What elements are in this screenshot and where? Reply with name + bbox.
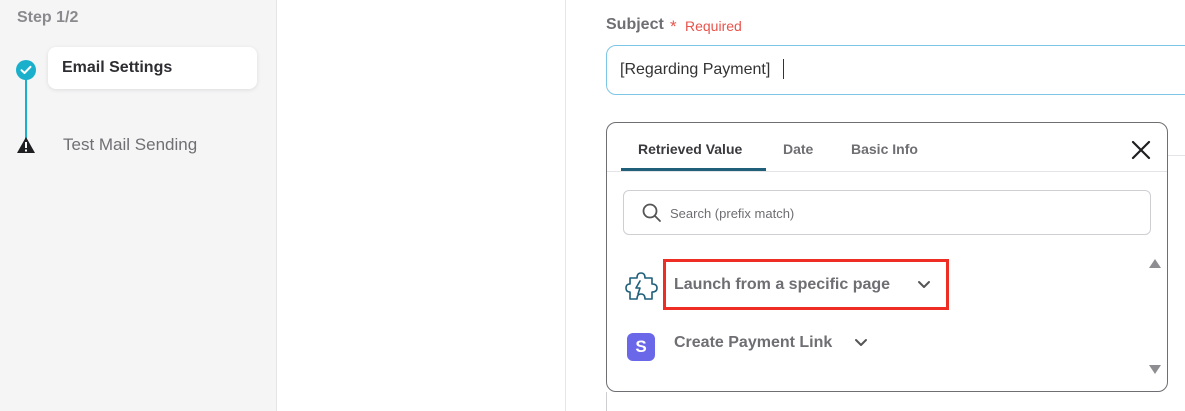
list-item-create-payment-link[interactable]: S Create Payment Link bbox=[607, 323, 1137, 363]
scroll-up-arrow[interactable] bbox=[1149, 259, 1161, 268]
step-test-mail-sending[interactable]: Test Mail Sending bbox=[63, 135, 197, 155]
warning-icon bbox=[17, 137, 35, 153]
tab-retrieved-value[interactable]: Retrieved Value bbox=[638, 141, 742, 157]
step-email-settings[interactable]: Email Settings bbox=[48, 47, 257, 89]
scroll-down-arrow[interactable] bbox=[1149, 365, 1161, 374]
step-counter: Step 1/2 bbox=[17, 9, 79, 26]
required-asterisk: * bbox=[670, 17, 677, 36]
search-icon bbox=[642, 203, 661, 222]
text-caret bbox=[783, 59, 784, 79]
highlight-box bbox=[663, 259, 949, 310]
tab-date[interactable]: Date bbox=[783, 141, 813, 157]
search-input[interactable] bbox=[668, 191, 1142, 236]
step-email-settings-label: Email Settings bbox=[62, 59, 173, 76]
background-field-border bbox=[606, 392, 607, 411]
puzzle-icon bbox=[625, 272, 658, 300]
subject-input[interactable] bbox=[606, 45, 1185, 95]
background-divider bbox=[1168, 155, 1185, 156]
step-connector bbox=[25, 72, 27, 144]
stripe-icon: S bbox=[627, 333, 655, 361]
column-divider bbox=[565, 0, 566, 411]
subject-label: Subject bbox=[606, 16, 664, 33]
check-icon bbox=[16, 60, 36, 80]
close-icon[interactable] bbox=[1130, 139, 1152, 161]
chevron-down-icon[interactable] bbox=[854, 338, 868, 348]
required-text: Required bbox=[685, 18, 742, 34]
list-item-label: Create Payment Link bbox=[674, 334, 833, 351]
steps-sidebar: Step 1/2 Email Settings Test Mail Sendin… bbox=[0, 0, 277, 411]
search-box bbox=[623, 190, 1151, 236]
tab-divider bbox=[607, 171, 1167, 172]
tab-basic-info[interactable]: Basic Info bbox=[851, 141, 918, 157]
insert-value-popover: Retrieved Value Date Basic Info Launch f… bbox=[606, 122, 1168, 392]
